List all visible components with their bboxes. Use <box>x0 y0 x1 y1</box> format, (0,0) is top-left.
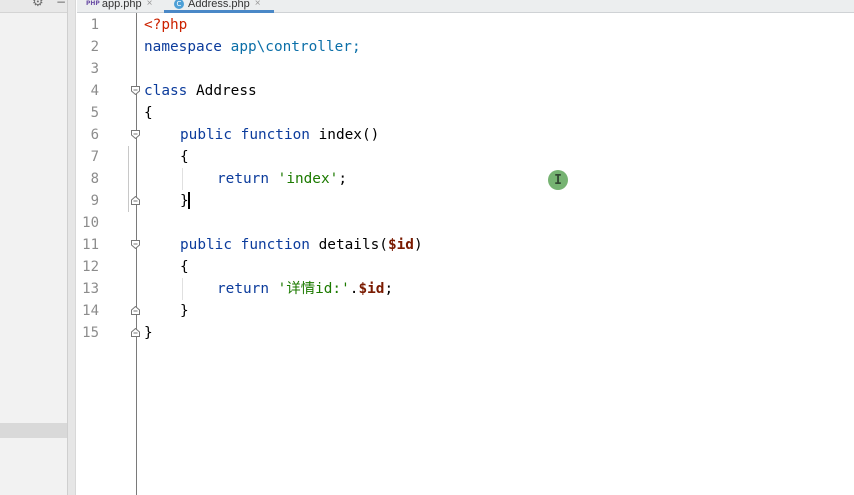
code-line-2[interactable]: namespace app\controller; <box>144 36 361 58</box>
keyword: public <box>180 127 232 143</box>
line-number: 1 <box>90 17 99 33</box>
fold-close-icon[interactable] <box>131 196 140 205</box>
code-line-7[interactable]: { <box>180 146 189 168</box>
line-number: 2 <box>90 39 99 55</box>
variable: $id <box>387 237 414 253</box>
active-tab-indicator <box>164 10 274 13</box>
code-line-11[interactable]: public function details($id) <box>180 234 423 256</box>
code-line-8[interactable]: return 'index'; <box>217 168 347 190</box>
panel-scrollbar[interactable] <box>0 423 76 438</box>
code-line-1[interactable]: <?php <box>144 14 187 36</box>
keyword: class <box>144 83 188 99</box>
panel-splitter[interactable] <box>67 0 76 495</box>
text-caret <box>188 192 190 209</box>
indent-guide <box>182 278 183 300</box>
line-number: 3 <box>90 61 99 77</box>
line-number: 10 <box>82 215 99 231</box>
paren: ) <box>413 237 423 253</box>
line-number: 15 <box>82 325 99 341</box>
fold-open-icon[interactable] <box>131 130 140 139</box>
keyword: function <box>240 237 310 253</box>
code-line-5[interactable]: { <box>144 102 153 124</box>
string-literal: '详情id:' <box>277 281 350 297</box>
project-panel: ⚙ − <box>0 0 67 495</box>
text-cursor-glyph: I <box>554 172 562 188</box>
code-line-12[interactable]: { <box>180 256 189 278</box>
line-number: 8 <box>90 171 99 187</box>
code-line-15[interactable]: } <box>144 322 153 344</box>
php-open-tag: <?php <box>144 17 188 33</box>
gear-icon[interactable]: ⚙ <box>32 0 44 10</box>
brace: { <box>144 105 153 121</box>
brace: } <box>144 325 153 341</box>
fold-close-icon[interactable] <box>131 328 140 337</box>
fold-close-icon[interactable] <box>131 306 140 315</box>
line-number: 4 <box>90 83 99 99</box>
keyword: namespace <box>144 39 222 55</box>
method-name: index() <box>318 127 380 143</box>
string-literal: 'index' <box>277 171 339 187</box>
brace: } <box>180 303 189 319</box>
keyword: public <box>180 237 232 253</box>
semicolon: ; <box>338 171 347 187</box>
line-number: 7 <box>90 149 99 165</box>
line-number: 12 <box>82 259 99 275</box>
line-number: 9 <box>90 193 99 209</box>
keyword: return <box>217 281 269 297</box>
line-number: 6 <box>90 127 99 143</box>
code-line-14[interactable]: } <box>180 300 189 322</box>
mouse-cursor-icon: I <box>548 170 568 190</box>
tab-app-php[interactable]: PHP app.php × <box>86 0 152 12</box>
indent-guide <box>182 168 183 190</box>
keyword: return <box>217 171 269 187</box>
keyword: function <box>240 127 310 143</box>
line-number: 13 <box>82 281 99 297</box>
line-number: 5 <box>90 105 99 121</box>
code-line-4[interactable]: class Address <box>144 80 257 102</box>
indent-guide <box>128 146 129 212</box>
close-icon[interactable]: × <box>147 0 153 9</box>
panel-toolbar: ⚙ − <box>0 0 67 13</box>
brace: { <box>180 149 189 165</box>
fold-open-icon[interactable] <box>131 86 140 95</box>
code-line-6[interactable]: public function index() <box>180 124 379 146</box>
namespace-path: app\controller; <box>230 39 361 55</box>
class-file-icon: C <box>174 0 184 9</box>
line-number: 14 <box>82 303 99 319</box>
code-line-13[interactable]: return '详情id:'.$id; <box>217 278 393 300</box>
tab-label: Address.php <box>188 0 250 10</box>
class-name: Address <box>196 83 257 99</box>
variable: $id <box>358 281 385 297</box>
tab-label: app.php <box>101 0 142 10</box>
close-icon[interactable]: × <box>255 0 261 9</box>
minimize-icon[interactable]: − <box>56 0 66 9</box>
line-number: 11 <box>82 237 99 253</box>
brace: { <box>180 259 189 275</box>
php-file-icon: PHP <box>86 0 100 7</box>
semicolon: ; <box>384 281 394 297</box>
method-name: details( <box>318 237 388 253</box>
fold-open-icon[interactable] <box>131 240 140 249</box>
